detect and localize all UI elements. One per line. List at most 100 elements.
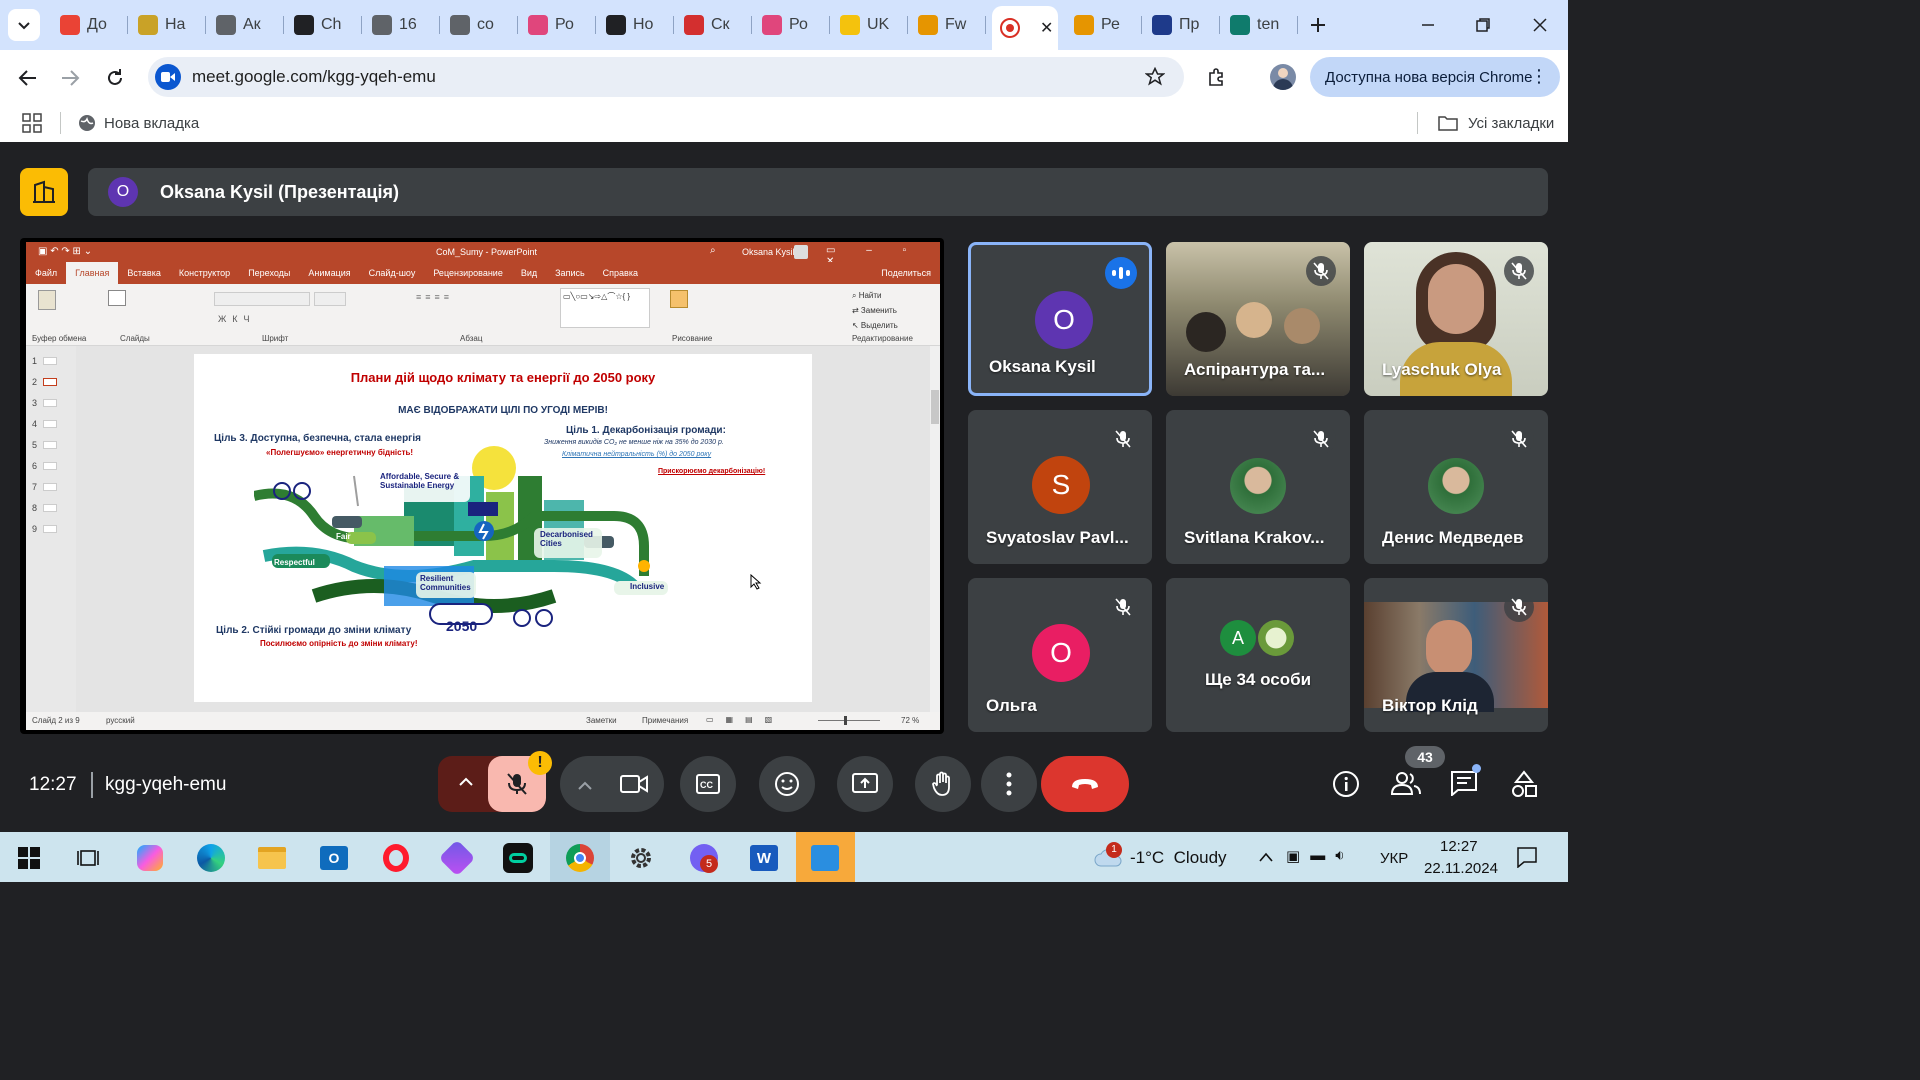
participant-tile[interactable]: Svitlana Krakov... [1166,410,1350,564]
webex-app[interactable] [502,842,534,874]
status-slide: Слайд 2 из 9 [32,716,80,725]
tab-search-button[interactable] [8,9,40,41]
browser-tab[interactable]: ten [1222,8,1298,42]
edge-app[interactable] [195,842,227,874]
battery-icon[interactable]: ▬ [1310,847,1325,865]
browser-tab[interactable]: Ро [754,8,830,42]
browser-tab[interactable]: Ак [208,8,284,42]
goal1-heading: Ціль 1. Декарбонізація громади: [566,425,726,436]
thumbnail-preview [43,399,58,407]
chat-button[interactable] [1450,770,1482,800]
zoom-slider[interactable] [818,716,880,725]
display-icon[interactable]: ▣ [1286,847,1300,865]
browser-tab[interactable]: Ро [520,8,596,42]
task-view-button[interactable] [72,842,104,874]
slide-thumbnail: 8 [32,503,58,513]
browser-tab[interactable]: Fw [910,8,986,42]
copilot-app[interactable] [134,842,166,874]
browser-tab[interactable]: Ch [286,8,362,42]
ppt-tab: Слайд-шоу [368,268,416,278]
address-bar[interactable]: meet.google.com/kgg-yqeh-emu [148,57,1184,97]
browser-tab[interactable]: co [442,8,518,42]
thumbnail-number: 8 [32,503,38,513]
ppt-tab: Файл [35,268,58,278]
participant-tile[interactable]: Денис Медведев [1364,410,1548,564]
mic-off-icon [1306,424,1336,454]
tab-separator [283,16,284,34]
participant-tile[interactable]: O Ольга [968,578,1152,732]
browser-tab[interactable]: ✕ [992,6,1058,50]
ppt-scrollbar[interactable] [930,346,940,712]
tab-label: Fw [945,16,967,33]
all-bookmarks-button[interactable]: Усі закладки [1438,113,1554,133]
notification-icon [1517,847,1537,869]
participants-button[interactable] [1390,770,1424,800]
outlook-app[interactable]: O [318,842,350,874]
new-tab-button[interactable] [1298,8,1338,42]
minimize-button[interactable] [1408,8,1448,42]
apps-button[interactable] [22,113,42,133]
slide-thumbnail: 5 [32,440,58,450]
photos-app[interactable] [809,842,841,874]
thumbnail-number: 2 [32,377,38,387]
profile-avatar[interactable] [1270,64,1296,90]
tray-time[interactable]: 12:27 [1440,838,1478,855]
keyboard-language[interactable]: УКР [1380,850,1408,867]
word-app[interactable]: W [748,842,780,874]
reload-button[interactable] [101,64,129,92]
tray-overflow-button[interactable] [1258,850,1274,868]
present-screen-button[interactable] [837,756,893,812]
mic-off-icon [1108,424,1138,454]
opera-app[interactable] [380,842,412,874]
tab-label: Ак [243,16,261,33]
bookmark-new-tab[interactable]: Нова вкладка [78,113,199,133]
chrome-app[interactable] [564,842,596,874]
browser-tab[interactable]: До [52,8,128,42]
bookmark-star-button[interactable] [1142,64,1168,90]
chrome-update-button[interactable]: Доступна нова версія Chrome ⋮ [1310,57,1560,97]
activities-button[interactable] [1510,770,1540,800]
participant-tile[interactable]: Lyaschuk Olya [1364,242,1548,396]
leave-call-button[interactable] [1041,756,1129,812]
browser-tab[interactable]: Но [598,8,674,42]
browser-tab[interactable]: Пр [1144,8,1220,42]
volume-icon[interactable]: 🔉︎ [1335,847,1344,865]
captions-button[interactable]: CC [680,756,736,812]
participant-tile[interactable]: Аспірантура та... [1166,242,1350,396]
back-button[interactable] [14,64,42,92]
tray-date[interactable]: 22.11.2024 [1424,860,1498,877]
extensions-button[interactable] [1204,64,1230,90]
notifications-button[interactable] [1516,846,1538,873]
browser-tab[interactable]: Ре [1066,8,1142,42]
start-button[interactable] [13,842,45,874]
browser-tab[interactable]: Ск [676,8,752,42]
kebab-menu-icon[interactable]: ⋮ [1530,66,1548,86]
shapes-icon [1512,770,1537,797]
meeting-info-button[interactable] [1332,770,1362,800]
participant-tile[interactable]: O Oksana Kysil [968,242,1152,396]
heart-icon [684,15,704,35]
tab-separator [127,16,128,34]
browser-tab[interactable]: 16 [364,8,440,42]
raise-hand-button[interactable] [915,756,971,812]
browser-tab[interactable]: UK [832,8,908,42]
participant-tile[interactable]: A Ще 34 особи [1166,578,1350,732]
browser-tab[interactable]: На [130,8,206,42]
camera-toggle-button[interactable] [612,768,656,800]
reactions-button[interactable] [759,756,815,812]
explorer-app[interactable] [256,842,288,874]
tray-icons: ▣ ▬ 🔉︎ [1286,847,1345,865]
ukr-icon [840,15,860,35]
forward-button[interactable] [56,64,84,92]
tab-separator [439,16,440,34]
more-options-button[interactable] [981,756,1037,812]
participant-tile[interactable]: Віктор Клід [1364,578,1548,732]
participant-tile[interactable]: S Svyatoslav Pavl... [968,410,1152,564]
restore-button[interactable] [1463,8,1503,42]
tab-close-icon[interactable]: ✕ [1040,18,1053,38]
close-window-button[interactable] [1520,8,1560,42]
app-purple[interactable] [438,839,476,877]
site-info-icon[interactable] [155,64,181,90]
arrange-icon [670,290,688,308]
settings-app[interactable] [625,842,657,874]
